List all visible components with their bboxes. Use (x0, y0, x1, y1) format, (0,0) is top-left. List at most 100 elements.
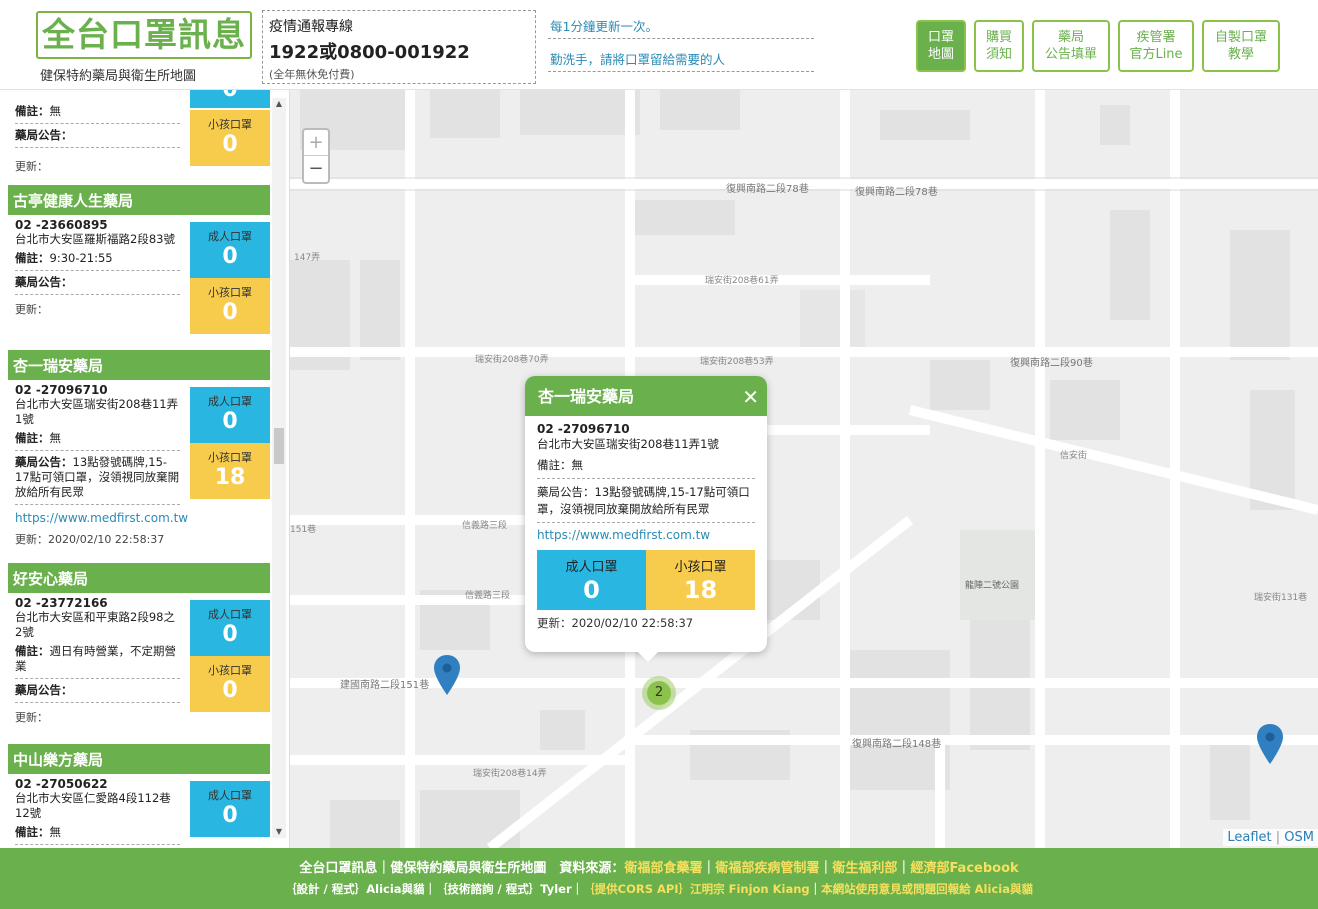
pharmacy-phone: 02 -23660895 (15, 218, 108, 232)
footer-cors-api-credit[interactable]: ｛提供CORS API｝江明宗 Finjon Kiang (583, 882, 810, 896)
footer-link-cdc[interactable]: 衛福部疾病管制署 (715, 861, 819, 876)
footer-link-moea-facebook[interactable]: 經濟部Facebook (910, 861, 1018, 876)
pharmacy-name: 古亭健康人生藥局 (8, 185, 270, 215)
attribution-separator: | (1271, 830, 1285, 845)
pharmacy-card-partial[interactable]: 備註：無 藥局公告： 更新： 0 小孩口罩 0 (8, 90, 270, 174)
osm-link[interactable]: OSM (1284, 830, 1314, 845)
popup-updated-label: 更新： (537, 616, 572, 630)
pharmacy-name: 杏一瑞安藥局 (8, 350, 270, 380)
notice-label: 藥局公告： (15, 683, 73, 697)
pharmacy-phone: 02 -27050622 (15, 777, 108, 791)
map-marker-pin-icon[interactable] (1257, 724, 1283, 764)
remark-label: 備註： (15, 644, 50, 658)
adult-mask-value: 0 (222, 803, 238, 828)
update-note: 每1分鐘更新一次。 (548, 10, 814, 39)
adult-mask-count: 0 (190, 90, 270, 108)
close-icon[interactable]: ✕ (742, 376, 759, 418)
nav-cdc-line-label2: 官方Line (1129, 47, 1183, 62)
notice-row: 藥局公告：13點發號碼牌,15-17點可領口罩，沒領視同放棄開放給所有民眾 (15, 451, 180, 505)
updated-row: 更新： (15, 158, 180, 174)
remark-value: 無 (49, 825, 62, 839)
updated-row: 更新：2020/02/10 22:58:37 (15, 531, 180, 547)
remark-row: 備註：9:30-21:55 (15, 247, 180, 271)
app: 全台口罩訊息 健保特約藥局與衛生所地圖 疫情通報專線 1922或0800-001… (0, 0, 1318, 909)
child-mask-count: 小孩口罩 18 (190, 443, 270, 499)
street-label: 復興南路二段90巷 (1010, 358, 1093, 369)
scroll-up-arrow-icon[interactable]: ▲ (272, 98, 286, 110)
popup-child-label: 小孩口罩 (674, 560, 727, 575)
nav-mask-map[interactable]: 口罩 地圖 (916, 20, 966, 72)
site-subtitle: 健保特約藥局與衛生所地圖 (40, 69, 197, 84)
footer-link-fda[interactable]: 衛福部食藥署 (624, 861, 702, 876)
footer-link-mohw[interactable]: 衛生福利部 (832, 861, 897, 876)
updated-label: 更新： (15, 303, 48, 316)
popup-adult-label: 成人口罩 (565, 560, 618, 575)
remark-value: 無 (49, 104, 62, 118)
adult-mask-label: 成人口罩 (208, 230, 252, 243)
popup-adult-mask: 成人口罩 0 (537, 550, 646, 610)
pharmacy-phone: 02 -27096710 (15, 383, 108, 397)
nav-purchase-info-label1: 購買 (985, 30, 1012, 45)
zoom-in-button[interactable]: + (304, 130, 328, 156)
remark-value: 無 (49, 431, 62, 445)
remark-label: 備註： (15, 251, 50, 265)
pharmacy-card[interactable]: 古亭健康人生藥局 02 -23660895 台北市大安區羅斯福路2段83號 備註… (8, 185, 270, 334)
popup-remark-value: 無 (571, 458, 584, 472)
child-mask-value: 0 (222, 300, 238, 325)
street-label: 瑞安街208巷53弄 (700, 357, 774, 367)
pharmacy-card[interactable]: 中山樂方藥局 02 -27050622 台北市大安區仁愛路4段112巷12號 備… (8, 744, 270, 845)
pharmacy-website-link[interactable]: https://www.medfirst.com.tw (15, 511, 188, 525)
header-notes: 每1分鐘更新一次。 勤洗手，請將口罩留給需要的人 (548, 10, 814, 76)
pharmacy-address: 台北市大安區仁愛路4段112巷12號 (15, 791, 171, 820)
footer-separator: ｜ (809, 882, 822, 896)
nav-purchase-info-label2: 須知 (985, 47, 1012, 62)
sidebar-scrollbar[interactable]: ▲ ▼ (272, 98, 286, 838)
nav-purchase-info[interactable]: 購買 須知 (974, 20, 1024, 72)
site-logo[interactable]: 全台口罩訊息 (36, 11, 252, 59)
child-mask-count: 小孩口罩 0 (190, 278, 270, 334)
child-mask-label: 小孩口罩 (208, 664, 252, 677)
popup-child-mask: 小孩口罩 18 (646, 550, 755, 610)
street-label: 復興南路二段78巷 (726, 184, 809, 195)
pharmacy-card[interactable]: 好安心藥局 02 -23772166 台北市大安區和平東路2段98之2號 備註：… (8, 563, 270, 725)
cluster-count: 2 (647, 681, 671, 705)
popup-website-link[interactable]: https://www.medfirst.com.tw (537, 528, 755, 542)
scroll-down-arrow-icon[interactable]: ▼ (272, 826, 286, 838)
nav-mask-map-label1: 口罩 (927, 30, 954, 45)
nav-cdc-line-label1: 疾管署 (1136, 30, 1176, 45)
hotline-note: (全年無休免付費) (269, 68, 355, 81)
pharmacy-name: 中山樂方藥局 (8, 744, 270, 774)
notice-label: 藥局公告： (15, 455, 73, 469)
adult-mask-count: 成人口罩 0 (190, 781, 270, 837)
popup-address: 台北市大安區瑞安街208巷11弄1號 (537, 437, 719, 451)
pharmacy-address: 台北市大安區羅斯福路2段83號 (15, 232, 175, 246)
leaflet-link[interactable]: Leaflet (1227, 830, 1271, 845)
notice-row: 藥局公告： (15, 271, 180, 295)
updated-value: 2020/02/10 22:58:37 (48, 533, 165, 546)
nav-cdc-line[interactable]: 疾管署官方Line (1118, 20, 1194, 72)
pharmacy-card[interactable]: 杏一瑞安藥局 02 -27096710 台北市大安區瑞安街208巷11弄1號 備… (8, 350, 270, 547)
footer-line-1: 全台口罩訊息｜健保特約藥局與衛生所地圖 資料來源：衛福部食藥署｜衛福部疾病管制署… (299, 861, 1019, 876)
remark-row: 備註：週日有時營業，不定期營業 (15, 640, 180, 679)
nav-diy-mask-tutorial[interactable]: 自製口罩 教學 (1202, 20, 1280, 72)
street-label: 151巷 (290, 525, 317, 535)
pharmacy-name: 好安心藥局 (8, 563, 270, 593)
notice-label: 藥局公告： (15, 275, 73, 289)
popup-notice-row: 藥局公告：13點發號碼牌,15-17點可領口罩，沒領視同放棄開放給所有民眾 (537, 479, 755, 523)
map-marker-pin-icon[interactable] (434, 655, 460, 695)
popup-updated-value: 2020/02/10 22:58:37 (571, 616, 694, 630)
zoom-out-button[interactable]: − (304, 156, 328, 182)
remark-row: 備註：無 (15, 427, 180, 451)
hotline-box: 疫情通報專線 1922或0800-001922 (全年無休免付費) (262, 10, 536, 84)
map-view[interactable]: 復興南路二段78巷 復興南路二段78巷 瑞安街208巷61弄 瑞安街208巷70… (290, 90, 1318, 848)
nav-pharmacy-notice-form[interactable]: 藥局 公告填單 (1032, 20, 1110, 72)
remark-row: 備註：無 (15, 100, 180, 124)
scrollbar-thumb[interactable] (274, 428, 284, 464)
marker-cluster[interactable]: 2 (642, 676, 676, 710)
remark-value: 9:30-21:55 (49, 251, 113, 265)
adult-mask-count: 成人口罩 0 (190, 600, 270, 656)
pharmacy-list-panel[interactable]: 備註：無 藥局公告： 更新： 0 小孩口罩 0 古亭健康人生藥局 02 -2 (0, 90, 290, 848)
adult-mask-label: 成人口罩 (208, 395, 252, 408)
footer-feedback-link[interactable]: 本網站使用意見或問題回報給 Alicia與貓 (821, 882, 1033, 896)
adult-mask-value: 0 (222, 244, 238, 269)
